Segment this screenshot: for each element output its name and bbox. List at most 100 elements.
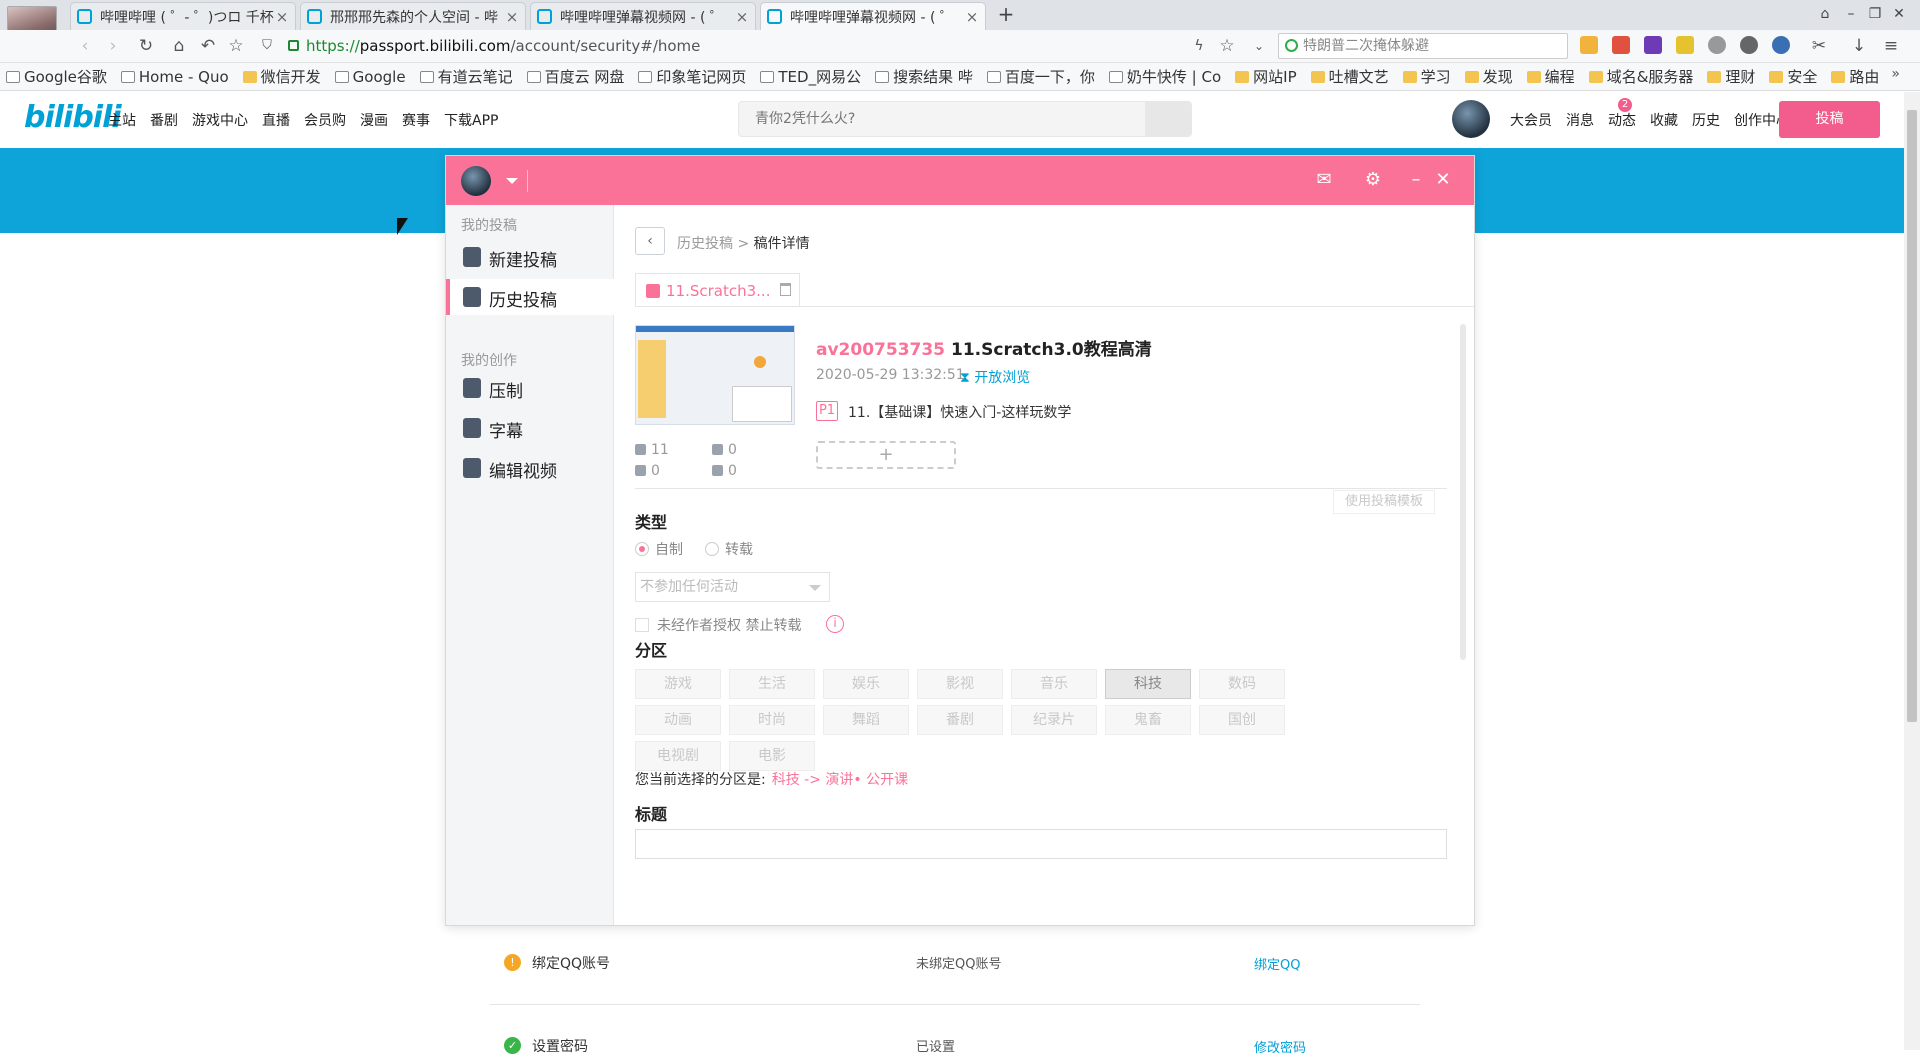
bookmark-item[interactable]: 学习 (1402, 66, 1451, 87)
bookmark-item[interactable]: 域名&服务器 (1588, 66, 1693, 87)
home-icon[interactable]: ⌂ (168, 34, 190, 58)
bookmark-item[interactable]: 理财 (1707, 66, 1755, 87)
category-option[interactable]: 游戏 (635, 669, 721, 699)
bookmark-item[interactable]: Google谷歌 (6, 66, 107, 87)
site-search-input[interactable] (739, 102, 1135, 136)
nav-item[interactable]: 番剧 (150, 110, 178, 130)
nav-item[interactable]: 会员购 (304, 110, 346, 130)
back-icon[interactable]: ‹ (74, 34, 96, 58)
bookmark-item[interactable]: 印象笔记网页 (638, 66, 746, 87)
browser-tab[interactable]: 哔哩哔哩弹幕视频网 - ( ゜ × (530, 2, 756, 30)
bookmarks-more-icon[interactable]: » (1891, 66, 1900, 82)
no-repost-checkbox[interactable]: 未经作者授权 禁止转载 (635, 615, 801, 635)
visibility-status[interactable]: ⧗ 开放浏览 (960, 367, 1030, 387)
game-extension-icon[interactable] (1612, 36, 1630, 54)
bookmark-item[interactable]: 编程 (1526, 66, 1575, 87)
avatar[interactable] (1452, 100, 1490, 138)
sidebar-item-compress[interactable]: 压制 (446, 370, 614, 406)
bookmark-item[interactable]: 奶牛快传 | Co (1108, 66, 1221, 87)
change-password-link[interactable]: 修改密码 (1254, 1037, 1306, 1056)
nav-vip[interactable]: 大会员 (1510, 110, 1552, 130)
bookmark-item[interactable]: 百度云 网盘 (526, 66, 624, 87)
bilibili-logo[interactable]: bilibili (24, 100, 122, 135)
activity-select[interactable]: 不参加任何活动 (635, 572, 830, 602)
draft-tab[interactable]: 11.Scratch3... (635, 273, 800, 307)
lock-icon[interactable] (288, 40, 299, 51)
bookmark-item[interactable]: Google (334, 68, 406, 86)
tab-close-icon[interactable]: × (275, 8, 289, 26)
browser-tab-active[interactable]: 哔哩哔哩弹幕视频网 - ( ゜ × (760, 2, 986, 30)
category-option[interactable]: 音乐 (1011, 669, 1097, 699)
bookmark-star-icon[interactable]: ☆ (1216, 34, 1238, 58)
nav-item-download-app[interactable]: 下载APP (444, 110, 498, 130)
nav-item[interactable]: 主站 (108, 110, 136, 130)
upload-button[interactable]: 投稿 (1779, 101, 1880, 138)
apps-grid-icon[interactable] (1580, 36, 1598, 54)
use-template-button[interactable]: 使用投稿模板 (1333, 490, 1435, 514)
scissors-icon[interactable]: ✂ (1808, 34, 1830, 58)
bookmark-item[interactable]: 发现 (1464, 66, 1513, 87)
forward-icon[interactable]: › (102, 34, 124, 58)
video-title-text[interactable]: 11.Scratch3.0教程高清 (951, 340, 1152, 360)
category-option[interactable]: 科技 (1105, 669, 1191, 699)
radio-original[interactable]: 自制 (635, 539, 683, 559)
maximize-window-icon[interactable]: ❐ (1864, 3, 1886, 25)
bookmark-item[interactable]: 百度一下，你 (986, 66, 1095, 87)
category-option[interactable]: 影视 (917, 669, 1003, 699)
breadcrumb-parent[interactable]: 历史投稿 (677, 236, 733, 252)
favorite-icon[interactable]: ☆ (225, 34, 247, 58)
rp-extension-icon[interactable] (1644, 36, 1662, 54)
category-option[interactable]: 鬼畜 (1105, 705, 1191, 735)
sidebar-item-edit-video[interactable]: 编辑视频 (446, 450, 614, 486)
bookmark-item[interactable]: 安全 (1769, 66, 1817, 87)
back-button[interactable]: ‹ (635, 227, 665, 255)
bookmark-item[interactable]: 搜索结果 哔 (875, 66, 973, 87)
current-category-value[interactable]: 科技 -> 演讲• 公开课 (772, 772, 908, 788)
dialog-avatar[interactable] (461, 166, 491, 196)
video-thumbnail[interactable] (635, 325, 795, 425)
shield-icon[interactable]: ⛉ (256, 34, 278, 58)
search-icon[interactable] (1145, 102, 1191, 136)
mail-icon[interactable]: ✉ (1312, 168, 1336, 192)
undo-close-icon[interactable]: ↶ (197, 34, 219, 58)
gear-icon[interactable]: ⚙ (1361, 168, 1385, 192)
tab-close-icon[interactable]: × (965, 8, 979, 26)
bookmark-item[interactable]: 吐槽文艺 (1310, 66, 1389, 87)
part-title[interactable]: 11.【基础课】快速入门-这样玩数学 (848, 402, 1071, 422)
category-option[interactable]: 电影 (729, 741, 815, 771)
nav-messages[interactable]: 消息 (1566, 110, 1594, 130)
lightning-icon[interactable]: ϟ (1188, 34, 1210, 58)
category-option[interactable]: 生活 (729, 669, 815, 699)
category-option[interactable]: 娱乐 (823, 669, 909, 699)
bookmark-item[interactable]: TED_网易公 (760, 66, 861, 87)
close-window-icon[interactable]: ✕ (1888, 3, 1910, 25)
video-av-id[interactable]: av200753735 (816, 340, 945, 360)
browser-tab[interactable]: 哔哩哔哩 ( ゜- ゜)つロ 千杯 × (70, 2, 296, 30)
add-part-button[interactable]: + (816, 441, 956, 469)
new-tab-button[interactable]: + (994, 2, 1018, 26)
url-field[interactable]: https://passport.bilibili.com/account/se… (306, 34, 1306, 58)
close-icon[interactable]: ✕ (1431, 168, 1455, 192)
tab-close-icon[interactable]: × (735, 8, 749, 26)
reload-icon[interactable]: ↻ (135, 34, 157, 58)
minimize-icon[interactable]: – (1404, 168, 1428, 192)
page-scrollbar-thumb[interactable] (1907, 110, 1917, 722)
nav-history[interactable]: 历史 (1692, 110, 1720, 130)
nav-item[interactable]: 漫画 (360, 110, 388, 130)
sidebar-item-subtitles[interactable]: 字幕 (446, 410, 614, 446)
category-option[interactable]: 时尚 (729, 705, 815, 735)
tab-close-icon[interactable]: × (505, 8, 519, 26)
category-option[interactable]: 动画 (635, 705, 721, 735)
chevron-down-icon[interactable] (506, 178, 518, 184)
bookmark-item[interactable]: 有道云笔记 (419, 66, 513, 87)
trash-icon[interactable] (780, 283, 791, 296)
sidebar-item-new-upload[interactable]: 新建投稿 (446, 239, 614, 275)
browser-tab[interactable]: 邢邢邢先森的个人空间 - 哔 × (300, 2, 526, 30)
sidebar-item-history[interactable]: 历史投稿 (446, 279, 614, 315)
category-option[interactable]: 番剧 (917, 705, 1003, 735)
category-option[interactable]: 数码 (1199, 669, 1285, 699)
bind-qq-link[interactable]: 绑定QQ (1254, 954, 1300, 973)
nav-item[interactable]: 赛事 (402, 110, 430, 130)
bookmark-item[interactable]: Home - Quo (120, 68, 229, 86)
dialog-scrollbar[interactable] (1460, 324, 1466, 660)
